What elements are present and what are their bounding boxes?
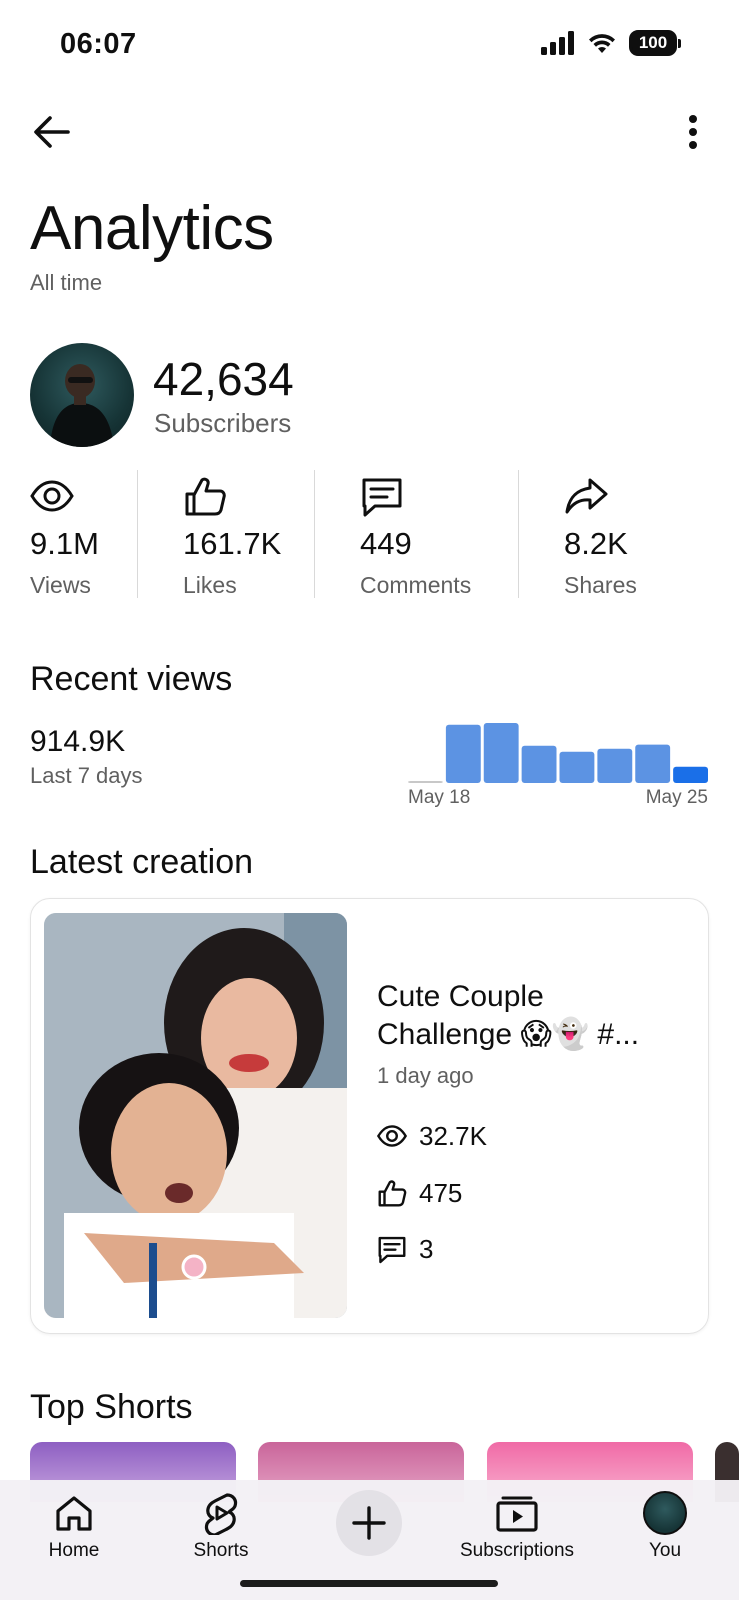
video-comments: 3	[377, 1232, 433, 1266]
shares-label: Shares	[564, 572, 637, 598]
home-indicator	[240, 1580, 498, 1587]
top-shorts-title: Top Shorts	[30, 1388, 193, 1426]
chart-bar	[597, 748, 633, 783]
more-options-button[interactable]	[669, 108, 717, 156]
arrow-left-icon	[34, 116, 70, 148]
battery-icon: 100	[629, 30, 681, 56]
nav-subscriptions-label: Subscriptions	[459, 1540, 575, 1561]
plus-icon	[352, 1506, 386, 1540]
thumbs-up-icon	[185, 477, 226, 516]
chart-bar	[445, 724, 481, 783]
home-icon	[51, 1490, 97, 1536]
more-vertical-icon	[689, 115, 697, 149]
page-subtitle: All time	[30, 270, 103, 295]
video-comments-value: 3	[419, 1233, 434, 1264]
video-thumbnail[interactable]	[44, 913, 347, 1318]
video-age: 1 day ago	[377, 1063, 474, 1088]
chart-bar	[559, 751, 595, 783]
profile-avatar	[643, 1491, 687, 1535]
nav-subscriptions[interactable]: Subscriptions	[447, 1490, 587, 1570]
nav-shorts-label: Shorts	[193, 1540, 249, 1561]
top-bar	[0, 100, 739, 166]
eye-icon	[377, 1125, 407, 1147]
nav-you-label: You	[648, 1540, 682, 1561]
wifi-icon	[589, 34, 615, 53]
thumbnail-image	[44, 913, 347, 1318]
signal-icon	[541, 31, 574, 55]
page-title: Analytics	[30, 194, 274, 263]
chart-end-label: May 25	[645, 787, 708, 808]
video-likes: 475	[377, 1176, 462, 1210]
status-time: 06:07	[60, 28, 137, 60]
video-views: 32.7K	[377, 1119, 487, 1153]
back-button[interactable]	[28, 108, 76, 156]
chart-bar	[635, 744, 671, 783]
create-button[interactable]	[336, 1490, 402, 1556]
nav-home-label: Home	[48, 1540, 100, 1561]
shares-value: 8.2K	[564, 526, 628, 561]
chart-bar	[673, 766, 708, 783]
nav-you[interactable]: You	[595, 1490, 735, 1570]
shorts-icon	[198, 1490, 244, 1536]
latest-creation-title: Latest creation	[30, 843, 254, 881]
chart-bar	[408, 781, 443, 783]
recent-views-period: Last 7 days	[30, 763, 143, 788]
comment-icon	[362, 478, 402, 517]
recent-views-value: 914.9K	[30, 725, 126, 758]
divider	[518, 470, 519, 598]
likes-label: Likes	[183, 572, 237, 598]
views-value: 9.1M	[30, 526, 99, 561]
divider	[137, 470, 138, 598]
chart-bar	[521, 745, 557, 783]
video-title[interactable]: Cute Couple Challenge 😱👻 #...	[377, 978, 677, 1054]
comment-icon	[378, 1236, 406, 1264]
video-likes-value: 475	[419, 1177, 463, 1208]
recent-views-title: Recent views	[30, 660, 233, 698]
chart-bar	[483, 723, 519, 783]
comments-label: Comments	[360, 572, 472, 598]
stats-row: 9.1M Views 161.7K Likes 449 Comments 8.2…	[0, 470, 739, 600]
chart-start-label: May 18	[408, 787, 471, 808]
nav-home[interactable]: Home	[4, 1490, 144, 1570]
share-icon	[565, 478, 608, 514]
subscriber-label: Subscribers	[154, 408, 292, 438]
status-icons: 100	[541, 30, 681, 56]
comments-value: 449	[360, 526, 412, 561]
divider	[314, 470, 315, 598]
subscriptions-icon	[494, 1490, 540, 1536]
nav-shorts[interactable]: Shorts	[151, 1490, 291, 1570]
views-label: Views	[30, 572, 91, 598]
likes-value: 161.7K	[183, 526, 282, 561]
status-bar: 06:07 100	[0, 0, 739, 95]
channel-avatar[interactable]	[30, 343, 134, 447]
eye-icon	[30, 480, 74, 512]
avatar-image	[50, 364, 114, 447]
video-views-value: 32.7K	[419, 1120, 487, 1151]
thumbs-up-icon	[378, 1180, 407, 1207]
subscriber-count: 42,634	[153, 353, 294, 405]
